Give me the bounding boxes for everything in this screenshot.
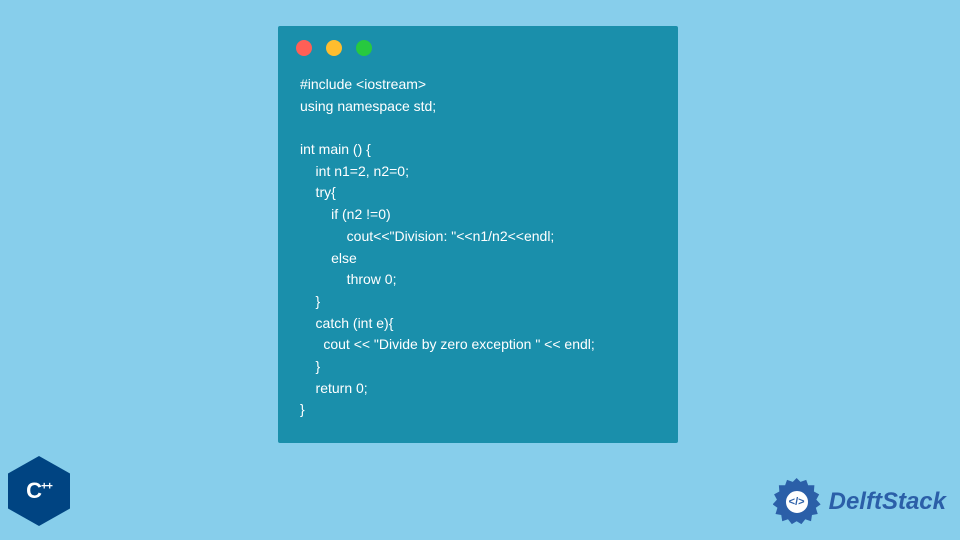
- brand-logo: </> DelftStack: [773, 478, 946, 526]
- maximize-icon[interactable]: [356, 40, 372, 56]
- cpp-plus: ++: [41, 481, 52, 493]
- cpp-logo: C++: [8, 456, 82, 534]
- close-icon[interactable]: [296, 40, 312, 56]
- brand-name: DelftStack: [829, 488, 946, 516]
- window-titlebar: [278, 26, 678, 66]
- cpp-letter: C: [26, 478, 41, 503]
- gear-icon: </>: [773, 478, 821, 526]
- minimize-icon[interactable]: [326, 40, 342, 56]
- hexagon-icon: C++: [8, 456, 70, 526]
- code-window: #include <iostream> using namespace std;…: [278, 26, 678, 443]
- cpp-logo-text: C++: [26, 478, 52, 504]
- code-block: #include <iostream> using namespace std;…: [278, 66, 678, 425]
- gear-center-label: </>: [783, 488, 811, 516]
